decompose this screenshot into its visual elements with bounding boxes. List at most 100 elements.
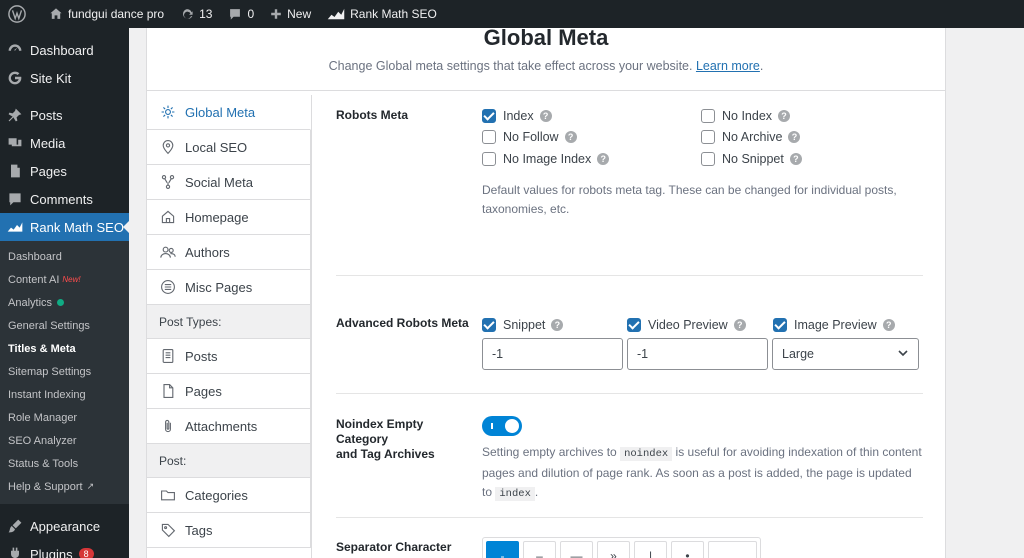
help-icon[interactable]: ?: [778, 110, 791, 122]
rankmath-adminbar-link[interactable]: Rank Math SEO: [319, 0, 445, 28]
tab-pages[interactable]: Pages: [147, 374, 311, 409]
checkbox-label: No Follow: [503, 130, 559, 144]
separator-option-custom[interactable]: [708, 541, 757, 558]
help-icon[interactable]: ?: [789, 153, 802, 165]
tab-label: Posts: [185, 348, 218, 364]
menu-appearance[interactable]: Appearance: [0, 512, 129, 540]
hint-line: taxonomies, etc.: [482, 202, 570, 216]
checkbox-snippet[interactable]: Snippet?: [482, 318, 564, 332]
checkbox-box[interactable]: [701, 152, 715, 166]
menu-media[interactable]: Media: [0, 129, 129, 157]
submenu-role-manager[interactable]: Role Manager: [0, 406, 129, 429]
wordpress-logo-icon[interactable]: [0, 0, 41, 28]
submenu-content-ai[interactable]: Content AI New!: [0, 268, 129, 291]
rankmath-adminbar-label: Rank Math SEO: [350, 7, 437, 21]
submenu-help-support[interactable]: Help & Support ↗: [0, 475, 129, 498]
submenu-label: Sitemap Settings: [8, 365, 92, 378]
checkbox-label: No Archive: [722, 130, 783, 144]
tab-local-seo[interactable]: Local SEO: [147, 130, 311, 165]
checkbox-label: No Snippet: [722, 152, 784, 166]
checkbox-box[interactable]: [482, 152, 496, 166]
checkbox-box[interactable]: [482, 318, 496, 332]
submenu-seo-analyzer[interactable]: SEO Analyzer: [0, 429, 129, 452]
submenu-status-tools[interactable]: Status & Tools: [0, 452, 129, 475]
help-icon[interactable]: ?: [564, 131, 577, 143]
hint-line: Default values for robots meta tag. Thes…: [482, 183, 897, 197]
help-icon[interactable]: ?: [788, 131, 801, 143]
menu-plugins[interactable]: Plugins 8: [0, 540, 129, 558]
checkbox-no-snippet[interactable]: No Snippet?: [701, 152, 802, 166]
users-icon: [159, 243, 177, 261]
help-icon[interactable]: ?: [597, 153, 610, 165]
tab-tags[interactable]: Tags: [147, 513, 311, 548]
checkbox-box[interactable]: [701, 130, 715, 144]
tab-social-meta[interactable]: Social Meta: [147, 165, 311, 200]
help-icon[interactable]: ?: [733, 319, 746, 331]
checkbox-box[interactable]: [482, 130, 496, 144]
tab-homepage[interactable]: Homepage: [147, 200, 311, 235]
tab-attachments[interactable]: Attachments: [147, 409, 311, 444]
submenu-instant-indexing[interactable]: Instant Indexing: [0, 383, 129, 406]
menu-pages[interactable]: Pages: [0, 157, 129, 185]
checkbox-image-preview[interactable]: Image Preview?: [773, 318, 895, 332]
menu-comments[interactable]: Comments: [0, 185, 129, 213]
paperclip-icon: [159, 417, 177, 435]
tab-categories[interactable]: Categories: [147, 478, 311, 513]
separator-label: Separator Character: [336, 540, 452, 554]
tab-global-meta[interactable]: Global Meta: [147, 95, 311, 130]
list-circle-icon: [159, 278, 177, 296]
page-icon: [7, 163, 23, 179]
menu-label: Posts: [30, 107, 63, 123]
updates-link[interactable]: 13: [172, 0, 220, 28]
submenu-label: SEO Analyzer: [8, 434, 77, 447]
checkbox-box[interactable]: [701, 109, 715, 123]
separator-option-em-dash[interactable]: —: [560, 541, 593, 558]
learn-more-link[interactable]: Learn more: [696, 59, 760, 73]
image-preview-select[interactable]: Large: [772, 338, 919, 370]
comments-link[interactable]: 0: [220, 0, 262, 28]
tab-authors[interactable]: Authors: [147, 235, 311, 270]
tab-posts[interactable]: Posts: [147, 339, 311, 374]
submenu-dashboard[interactable]: Dashboard: [0, 245, 129, 268]
checkbox-label: Index: [503, 109, 534, 123]
menu-dashboard[interactable]: Dashboard: [0, 36, 129, 64]
checkbox-no-index[interactable]: No Index?: [701, 109, 791, 123]
help-icon[interactable]: ?: [882, 319, 895, 331]
checkbox-box[interactable]: [482, 109, 496, 123]
separator-option-raquo[interactable]: »: [597, 541, 630, 558]
checkbox-video-preview[interactable]: Video Preview?: [627, 318, 746, 332]
tab-misc-pages[interactable]: Misc Pages: [147, 270, 311, 305]
tab-label: Misc Pages: [185, 279, 253, 295]
toggle-knob: [505, 419, 519, 433]
snippet-length-input[interactable]: -1: [482, 338, 623, 370]
new-content-link[interactable]: New: [262, 0, 319, 28]
menu-rank-math-seo[interactable]: Rank Math SEO: [0, 213, 129, 241]
checkbox-index[interactable]: Index?: [482, 109, 552, 123]
noindex-empty-toggle[interactable]: [482, 416, 522, 436]
menu-posts[interactable]: Posts: [0, 101, 129, 129]
separator-option-bullet[interactable]: •: [671, 541, 704, 558]
submenu-titles-meta[interactable]: Titles & Meta: [0, 337, 129, 360]
menu-site-kit[interactable]: Site Kit: [0, 64, 129, 92]
checkbox-no-follow[interactable]: No Follow?: [482, 130, 577, 144]
video-preview-input[interactable]: -1: [627, 338, 768, 370]
checkbox-no-archive[interactable]: No Archive?: [701, 130, 801, 144]
submenu-general-settings[interactable]: General Settings: [0, 314, 129, 337]
help-icon[interactable]: ?: [539, 110, 552, 122]
menu-label: Plugins: [30, 546, 73, 558]
site-name-link[interactable]: fundgui dance pro: [41, 0, 172, 28]
submenu-analytics[interactable]: Analytics: [0, 291, 129, 314]
settings-tabs: Global Meta Local SEO Social Meta Homepa…: [147, 95, 311, 548]
separator-option-pipe[interactable]: |: [634, 541, 667, 558]
tag-icon: [159, 521, 177, 539]
submenu-sitemap-settings[interactable]: Sitemap Settings: [0, 360, 129, 383]
separator-option-dash[interactable]: -: [486, 541, 519, 558]
help-icon[interactable]: ?: [551, 319, 564, 331]
checkbox-box[interactable]: [773, 318, 787, 332]
checkbox-no-image-index[interactable]: No Image Index?: [482, 152, 610, 166]
checkbox-box[interactable]: [627, 318, 641, 332]
separator-option-en-dash[interactable]: –: [523, 541, 556, 558]
menu-label: Comments: [30, 191, 93, 207]
checkbox-label: Snippet: [503, 318, 546, 332]
admin-sidebar: Dashboard Site Kit Posts Media Pages Com…: [0, 28, 129, 558]
